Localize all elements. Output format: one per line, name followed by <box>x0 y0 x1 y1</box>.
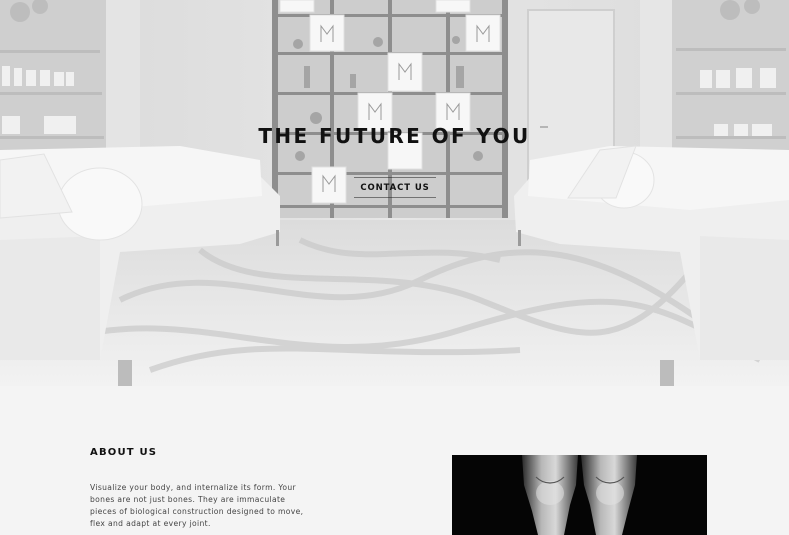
about-image <box>452 455 707 535</box>
contact-us-button[interactable]: CONTACT US <box>354 177 436 198</box>
legs-photo <box>452 455 707 535</box>
hero-title: THE FUTURE OF YOU <box>258 124 531 148</box>
about-section: ABOUT US Visualize your body, and intern… <box>0 386 789 535</box>
about-body-text: Visualize your body, and internalize its… <box>90 483 304 528</box>
hero-section: THE FUTURE OF YOU CONTACT US <box>0 0 789 386</box>
about-heading: ABOUT US <box>90 447 158 458</box>
